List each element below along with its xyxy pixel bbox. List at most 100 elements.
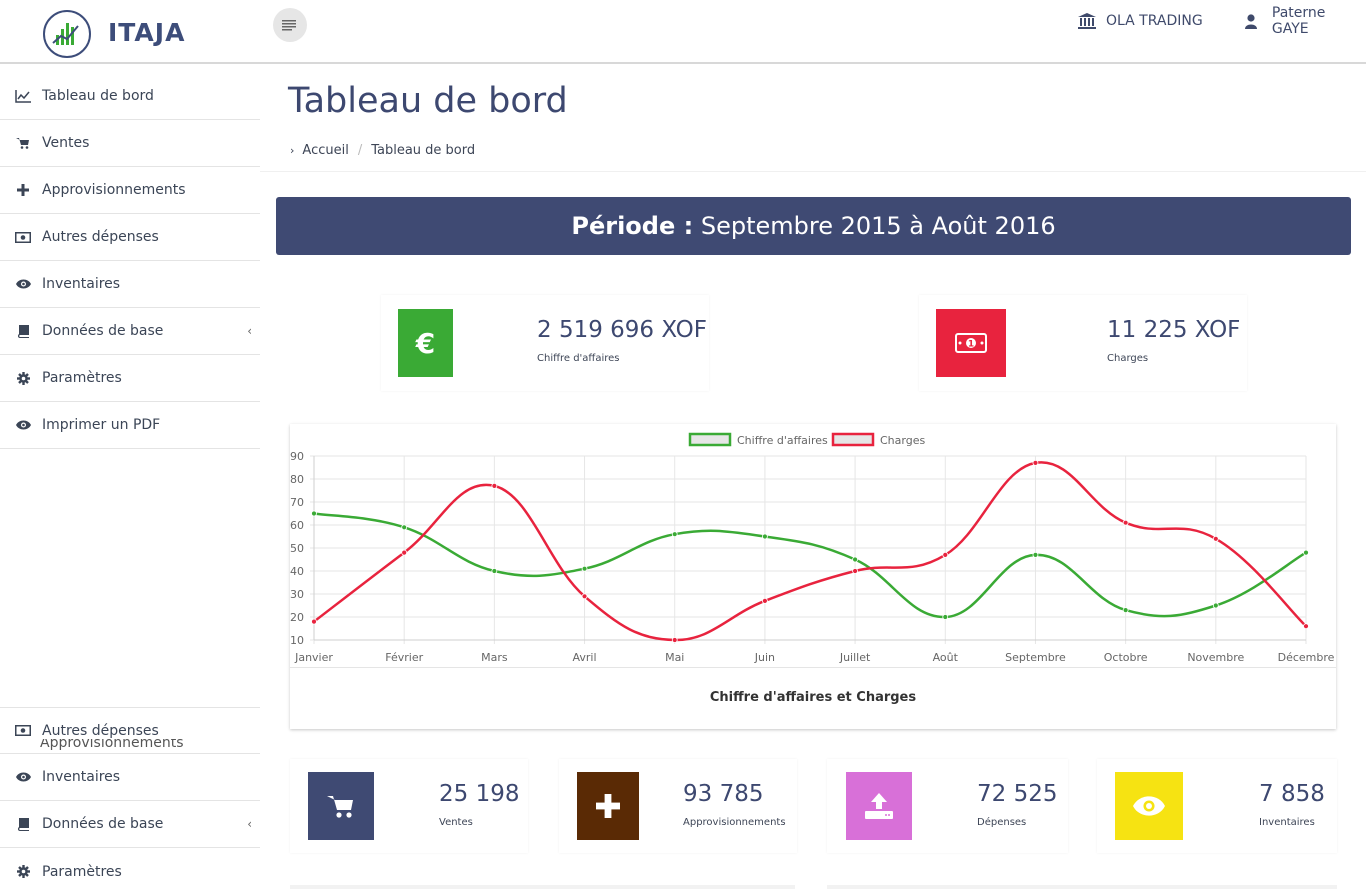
stat-icon-box <box>846 772 912 840</box>
plus-icon <box>596 794 620 818</box>
legend-swatch <box>831 432 875 447</box>
data-point <box>1122 519 1129 526</box>
sidebar-item-label: Approvisionnements <box>42 182 186 198</box>
plus-icon <box>15 182 31 198</box>
data-point <box>942 551 949 558</box>
sidebar-item-parametres[interactable]: Paramètres <box>0 848 260 895</box>
sidebar-item-donnees-de-base[interactable]: Données de base ‹ <box>0 308 260 355</box>
menu-toggle-icon <box>282 20 296 31</box>
line-chart-icon <box>15 88 31 104</box>
sidebar-item-label: Autres dépenses <box>42 229 159 245</box>
data-point <box>1122 607 1129 614</box>
eye-icon <box>15 417 31 433</box>
book-icon <box>15 323 31 339</box>
data-point <box>852 568 858 574</box>
sidebar-item-parametres[interactable]: Paramètres <box>0 355 260 402</box>
sidebar-item-ventes[interactable]: Ventes <box>0 120 260 167</box>
svg-text:1: 1 <box>968 340 974 350</box>
user-menu[interactable]: Paterne GAYE <box>1244 5 1366 37</box>
kpi-label: Chiffre d'affaires <box>537 353 620 364</box>
sidebar-item-label: Inventaires <box>42 276 121 292</box>
chart-footer-divider <box>290 667 1336 668</box>
period-label: Période : <box>571 212 694 240</box>
cart-icon <box>327 796 353 818</box>
logo-icon[interactable] <box>42 9 92 59</box>
data-point <box>491 568 498 574</box>
kpi-value: 11 225 XOF <box>1107 317 1241 343</box>
sidebar-item-dashboard[interactable]: Tableau de bord <box>0 73 260 120</box>
euro-icon: € <box>415 326 436 360</box>
eye-icon <box>15 769 31 785</box>
line-chart: 10 20 30 40 50 60 70 80 90 Janvier Février Mars Avri… <box>290 432 1335 664</box>
kpi-card-charges: 1 11 225 XOF Charges <box>919 295 1247 391</box>
x-tick-label: Décembre <box>1278 651 1335 664</box>
company-menu[interactable]: OLA TRADING <box>1078 12 1203 30</box>
sidebar-item-label: Données de base <box>42 323 164 339</box>
chevron-left-icon: ‹ <box>247 324 252 338</box>
data-point <box>581 565 588 572</box>
stat-card-approvisionnements: 93 785 Approvisionnements <box>559 759 797 853</box>
sidebar-item-label: Paramètres <box>42 863 122 880</box>
stat-card-depenses: 72 525 Dépenses <box>827 759 1068 853</box>
legend-label: Charges <box>880 434 925 447</box>
upload-icon <box>865 793 893 819</box>
user-name: Paterne GAYE <box>1271 5 1326 37</box>
sidebar-item-autres-depenses[interactable]: Autres dépenses <box>0 214 260 261</box>
brand-name[interactable]: ITAJA <box>108 18 185 47</box>
y-tick-label: 60 <box>290 519 304 532</box>
sidebar-item-donnees-de-base[interactable]: Données de base ‹ <box>0 801 260 848</box>
sidebar-item-label: Imprimer un PDF <box>42 417 161 433</box>
main-content: Tableau de bord › Accueil / Tableau de b… <box>260 65 1366 889</box>
sidebar-item-approvisionnements[interactable]: Approvisionnements <box>0 167 260 214</box>
period-value: Septembre 2015 à Août 2016 <box>700 212 1056 240</box>
data-point <box>1212 535 1219 542</box>
sidebar-item-inventaires[interactable]: Inventaires <box>0 754 260 801</box>
sidebar-item-imprimer-pdf[interactable]: Imprimer un PDF <box>0 402 260 449</box>
stat-icon-box <box>308 772 374 840</box>
stat-card-inventaires: 7 858 Inventaires <box>1097 759 1337 853</box>
y-tick-label: 90 <box>290 450 304 463</box>
stat-value: 72 525 <box>977 781 1058 807</box>
money-icon <box>15 229 31 245</box>
x-tick-label: Mai <box>665 651 684 664</box>
x-tick-label: Septembre <box>1005 651 1066 664</box>
stat-label: Dépenses <box>977 817 1027 828</box>
x-tick-label: Août <box>933 651 959 664</box>
sidebar-item-label: Tableau de bord <box>42 88 154 104</box>
data-point <box>1032 460 1039 466</box>
y-tick-label: 70 <box>290 496 304 509</box>
data-point <box>671 637 678 643</box>
breadcrumb-home-link[interactable]: Accueil <box>302 143 348 158</box>
x-tick-label: Novembre <box>1187 651 1244 664</box>
money-icon: 1 <box>955 333 987 353</box>
next-card-edge <box>827 885 1337 889</box>
data-point <box>401 524 408 531</box>
money-icon <box>15 723 31 739</box>
kpi-card-revenue: € 2 519 696 XOF Chiffre d'affaires <box>381 295 709 391</box>
series-line <box>313 461 1307 642</box>
stat-value: 93 785 <box>683 781 764 807</box>
stat-icon-box <box>577 772 639 840</box>
x-tick-label: Janvier <box>294 651 333 664</box>
x-tick-label: Février <box>385 651 423 664</box>
divider <box>260 171 1366 172</box>
y-tick-label: 30 <box>290 588 304 601</box>
sidebar-item-inventaires[interactable]: Inventaires <box>0 261 260 308</box>
period-banner: Période : Septembre 2015 à Août 2016 <box>276 197 1351 255</box>
x-tick-label: Octobre <box>1104 651 1148 664</box>
chevron-left-icon: ‹ <box>247 817 252 831</box>
sidebar-item-label: Autres dépenses <box>42 722 159 739</box>
kpi-value: 2 519 696 XOF <box>537 317 707 343</box>
menu-toggle-button[interactable] <box>273 8 307 42</box>
x-tick-label: Avril <box>573 651 597 664</box>
y-tick-label: 50 <box>290 542 304 555</box>
kpi-icon-box: 1 <box>936 309 1006 377</box>
x-tick-label: Mars <box>481 651 508 664</box>
page-title: Tableau de bord <box>288 81 568 121</box>
sidebar-item-label: Inventaires <box>42 769 121 785</box>
line-chart-card: 10 20 30 40 50 60 70 80 90 Janvier Février Mars Avri… <box>290 424 1336 729</box>
x-tick-label: Juin <box>754 651 775 664</box>
stat-icon-box <box>1115 772 1183 840</box>
next-card-edge <box>290 885 795 889</box>
sidebar-item-autres-depenses[interactable]: Autres dépenses <box>0 707 260 754</box>
